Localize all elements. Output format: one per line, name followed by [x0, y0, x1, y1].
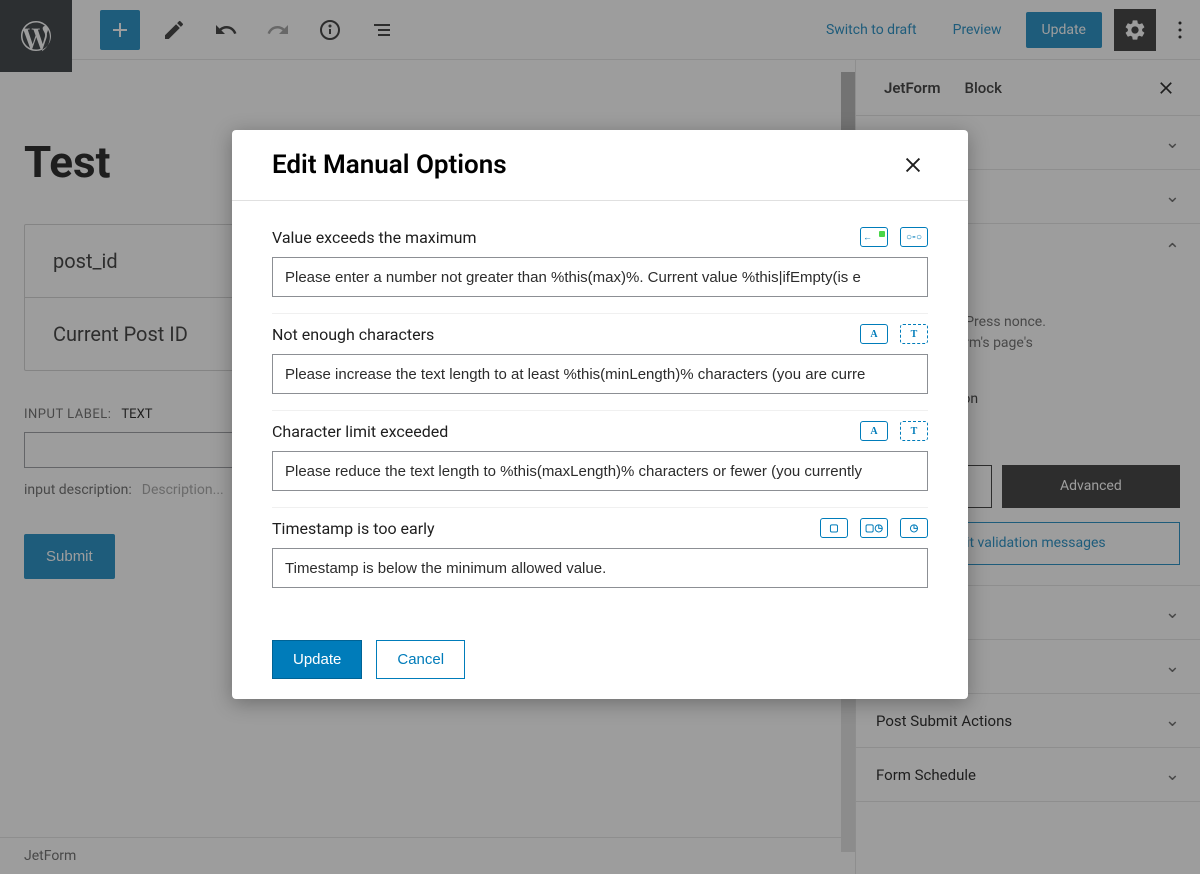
edit-manual-options-modal: Edit Manual Options Value exceeds the ma…	[232, 130, 968, 699]
option-timestamp-too-early: Timestamp is too early ▢ ▢◷ ◷	[272, 508, 928, 604]
number-field-icon	[860, 227, 888, 247]
option-character-limit-exceeded: Character limit exceeded A T	[272, 411, 928, 508]
option-label: Not enough characters	[272, 325, 434, 344]
option-label: Timestamp is too early	[272, 519, 435, 538]
option-not-enough-characters: Not enough characters A T	[272, 314, 928, 411]
modal-close-button[interactable]	[898, 150, 928, 180]
close-icon	[902, 154, 924, 176]
range-field-icon: ○-○	[900, 227, 928, 247]
textarea-field-icon: T	[900, 421, 928, 441]
textarea-field-icon: T	[900, 324, 928, 344]
option-message-input[interactable]	[272, 548, 928, 588]
modal-footer: Update Cancel	[232, 620, 968, 699]
option-message-input[interactable]	[272, 354, 928, 394]
field-type-icons: ○-○	[860, 227, 928, 247]
option-message-input[interactable]	[272, 257, 928, 297]
text-field-icon: A	[860, 421, 888, 441]
option-label: Character limit exceeded	[272, 422, 448, 441]
modal-overlay: Edit Manual Options Value exceeds the ma…	[0, 0, 1200, 874]
field-type-icons: A T	[860, 421, 928, 441]
modal-update-button[interactable]: Update	[272, 640, 362, 679]
modal-header: Edit Manual Options	[232, 130, 968, 201]
date-field-icon: ▢	[820, 518, 848, 538]
field-type-icons: ▢ ▢◷ ◷	[820, 518, 928, 538]
time-field-icon: ◷	[900, 518, 928, 538]
field-type-icons: A T	[860, 324, 928, 344]
text-field-icon: A	[860, 324, 888, 344]
option-message-input[interactable]	[272, 451, 928, 491]
modal-cancel-button[interactable]: Cancel	[376, 640, 465, 679]
option-label: Value exceeds the maximum	[272, 228, 477, 247]
modal-body: Value exceeds the maximum ○-○ Not enough…	[232, 201, 968, 620]
datetime-field-icon: ▢◷	[860, 518, 888, 538]
modal-title: Edit Manual Options	[272, 150, 507, 180]
option-value-exceeds-maximum: Value exceeds the maximum ○-○	[272, 217, 928, 314]
